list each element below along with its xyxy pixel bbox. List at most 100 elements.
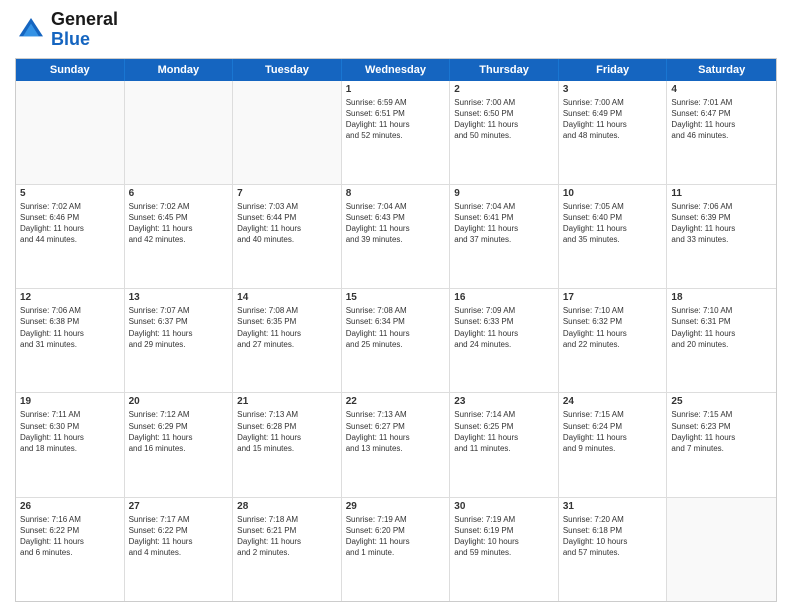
- logo-blue: Blue: [51, 29, 90, 49]
- logo-general: General: [51, 9, 118, 29]
- header: General Blue: [15, 10, 777, 50]
- day-info: Sunrise: 7:00 AMSunset: 6:49 PMDaylight:…: [563, 97, 663, 142]
- day-info: Sunrise: 7:17 AMSunset: 6:22 PMDaylight:…: [129, 514, 229, 559]
- calendar-row-1: 5 Sunrise: 7:02 AMSunset: 6:46 PMDaylight…: [16, 184, 776, 288]
- calendar-cell: 16 Sunrise: 7:09 AMSunset: 6:33 PMDayligh…: [450, 289, 559, 392]
- day-number: 5: [20, 188, 120, 199]
- day-number: 22: [346, 396, 446, 407]
- day-number: 30: [454, 501, 554, 512]
- day-number: 4: [671, 84, 772, 95]
- weekday-header-friday: Friday: [559, 59, 668, 81]
- calendar-cell: 5 Sunrise: 7:02 AMSunset: 6:46 PMDaylight…: [16, 185, 125, 288]
- day-info: Sunrise: 7:10 AMSunset: 6:32 PMDaylight:…: [563, 305, 663, 350]
- calendar-cell: 31 Sunrise: 7:20 AMSunset: 6:18 PMDayligh…: [559, 498, 668, 601]
- calendar-row-0: 1 Sunrise: 6:59 AMSunset: 6:51 PMDaylight…: [16, 81, 776, 184]
- weekday-header-tuesday: Tuesday: [233, 59, 342, 81]
- calendar-cell: 10Sunrise: 7:05 AMSunset: 6:40 PMDayligh…: [559, 185, 668, 288]
- calendar-cell: 11 Sunrise: 7:06 AMSunset: 6:39 PMDayligh…: [667, 185, 776, 288]
- weekday-header-monday: Monday: [125, 59, 234, 81]
- calendar-cell: 19Sunrise: 7:11 AMSunset: 6:30 PMDayligh…: [16, 393, 125, 496]
- calendar-row-4: 26 Sunrise: 7:16 AMSunset: 6:22 PMDayligh…: [16, 497, 776, 601]
- weekday-header-thursday: Thursday: [450, 59, 559, 81]
- calendar-cell: 21 Sunrise: 7:13 AMSunset: 6:28 PMDayligh…: [233, 393, 342, 496]
- day-info: Sunrise: 7:18 AMSunset: 6:21 PMDaylight:…: [237, 514, 337, 559]
- day-number: 31: [563, 501, 663, 512]
- calendar-cell: 26 Sunrise: 7:16 AMSunset: 6:22 PMDayligh…: [16, 498, 125, 601]
- day-info: Sunrise: 7:08 AMSunset: 6:35 PMDaylight:…: [237, 305, 337, 350]
- day-info: Sunrise: 7:16 AMSunset: 6:22 PMDaylight:…: [20, 514, 120, 559]
- calendar-cell: 29 Sunrise: 7:19 AMSunset: 6:20 PMDayligh…: [342, 498, 451, 601]
- logo-text: General Blue: [51, 10, 118, 50]
- day-info: Sunrise: 7:04 AMSunset: 6:41 PMDaylight:…: [454, 201, 554, 246]
- calendar-cell: 4 Sunrise: 7:01 AMSunset: 6:47 PMDaylight…: [667, 81, 776, 184]
- day-number: 26: [20, 501, 120, 512]
- logo-icon: [15, 14, 47, 46]
- calendar-cell: [16, 81, 125, 184]
- day-info: Sunrise: 7:08 AMSunset: 6:34 PMDaylight:…: [346, 305, 446, 350]
- weekday-header-saturday: Saturday: [667, 59, 776, 81]
- calendar-cell: 25 Sunrise: 7:15 AMSunset: 6:23 PMDayligh…: [667, 393, 776, 496]
- calendar-cell: 9 Sunrise: 7:04 AMSunset: 6:41 PMDaylight…: [450, 185, 559, 288]
- day-info: Sunrise: 7:19 AMSunset: 6:20 PMDaylight:…: [346, 514, 446, 559]
- calendar-cell: 14 Sunrise: 7:08 AMSunset: 6:35 PMDayligh…: [233, 289, 342, 392]
- calendar-cell: 23 Sunrise: 7:14 AMSunset: 6:25 PMDayligh…: [450, 393, 559, 496]
- calendar-row-3: 19Sunrise: 7:11 AMSunset: 6:30 PMDayligh…: [16, 392, 776, 496]
- calendar-cell: [667, 498, 776, 601]
- calendar-cell: 17 Sunrise: 7:10 AMSunset: 6:32 PMDayligh…: [559, 289, 668, 392]
- calendar-cell: 1 Sunrise: 6:59 AMSunset: 6:51 PMDaylight…: [342, 81, 451, 184]
- calendar-cell: 27 Sunrise: 7:17 AMSunset: 6:22 PMDayligh…: [125, 498, 234, 601]
- day-info: Sunrise: 7:03 AMSunset: 6:44 PMDaylight:…: [237, 201, 337, 246]
- day-info: Sunrise: 7:10 AMSunset: 6:31 PMDaylight:…: [671, 305, 772, 350]
- day-info: Sunrise: 7:06 AMSunset: 6:39 PMDaylight:…: [671, 201, 772, 246]
- day-info: Sunrise: 7:06 AMSunset: 6:38 PMDaylight:…: [20, 305, 120, 350]
- day-info: Sunrise: 7:02 AMSunset: 6:45 PMDaylight:…: [129, 201, 229, 246]
- day-info: Sunrise: 7:02 AMSunset: 6:46 PMDaylight:…: [20, 201, 120, 246]
- day-info: Sunrise: 7:09 AMSunset: 6:33 PMDaylight:…: [454, 305, 554, 350]
- day-info: Sunrise: 7:15 AMSunset: 6:23 PMDaylight:…: [671, 409, 772, 454]
- day-number: 9: [454, 188, 554, 199]
- day-number: 12: [20, 292, 120, 303]
- day-info: Sunrise: 7:07 AMSunset: 6:37 PMDaylight:…: [129, 305, 229, 350]
- day-number: 23: [454, 396, 554, 407]
- day-number: 7: [237, 188, 337, 199]
- day-number: 28: [237, 501, 337, 512]
- day-number: 27: [129, 501, 229, 512]
- day-number: 14: [237, 292, 337, 303]
- day-number: 19: [20, 396, 120, 407]
- day-info: Sunrise: 6:59 AMSunset: 6:51 PMDaylight:…: [346, 97, 446, 142]
- day-info: Sunrise: 7:13 AMSunset: 6:28 PMDaylight:…: [237, 409, 337, 454]
- day-number: 17: [563, 292, 663, 303]
- calendar-cell: 15 Sunrise: 7:08 AMSunset: 6:34 PMDayligh…: [342, 289, 451, 392]
- day-number: 13: [129, 292, 229, 303]
- calendar-cell: 8 Sunrise: 7:04 AMSunset: 6:43 PMDaylight…: [342, 185, 451, 288]
- day-number: 21: [237, 396, 337, 407]
- calendar-body: 1 Sunrise: 6:59 AMSunset: 6:51 PMDaylight…: [16, 81, 776, 601]
- calendar-cell: 22 Sunrise: 7:13 AMSunset: 6:27 PMDayligh…: [342, 393, 451, 496]
- day-info: Sunrise: 7:20 AMSunset: 6:18 PMDaylight:…: [563, 514, 663, 559]
- calendar-cell: [233, 81, 342, 184]
- calendar: SundayMondayTuesdayWednesdayThursdayFrid…: [15, 58, 777, 602]
- day-number: 16: [454, 292, 554, 303]
- day-number: 29: [346, 501, 446, 512]
- day-number: 3: [563, 84, 663, 95]
- day-info: Sunrise: 7:13 AMSunset: 6:27 PMDaylight:…: [346, 409, 446, 454]
- day-number: 15: [346, 292, 446, 303]
- weekday-header-sunday: Sunday: [16, 59, 125, 81]
- logo: General Blue: [15, 10, 118, 50]
- day-info: Sunrise: 7:04 AMSunset: 6:43 PMDaylight:…: [346, 201, 446, 246]
- day-number: 1: [346, 84, 446, 95]
- calendar-cell: 28 Sunrise: 7:18 AMSunset: 6:21 PMDayligh…: [233, 498, 342, 601]
- page: General Blue SundayMondayTuesdayWednesda…: [0, 0, 792, 612]
- day-number: 20: [129, 396, 229, 407]
- day-number: 6: [129, 188, 229, 199]
- day-info: Sunrise: 7:12 AMSunset: 6:29 PMDaylight:…: [129, 409, 229, 454]
- day-number: 25: [671, 396, 772, 407]
- calendar-cell: 18Sunrise: 7:10 AMSunset: 6:31 PMDayligh…: [667, 289, 776, 392]
- calendar-cell: 20 Sunrise: 7:12 AMSunset: 6:29 PMDayligh…: [125, 393, 234, 496]
- day-number: 11: [671, 188, 772, 199]
- day-info: Sunrise: 7:14 AMSunset: 6:25 PMDaylight:…: [454, 409, 554, 454]
- day-number: 8: [346, 188, 446, 199]
- day-info: Sunrise: 7:01 AMSunset: 6:47 PMDaylight:…: [671, 97, 772, 142]
- day-number: 2: [454, 84, 554, 95]
- calendar-cell: 13 Sunrise: 7:07 AMSunset: 6:37 PMDayligh…: [125, 289, 234, 392]
